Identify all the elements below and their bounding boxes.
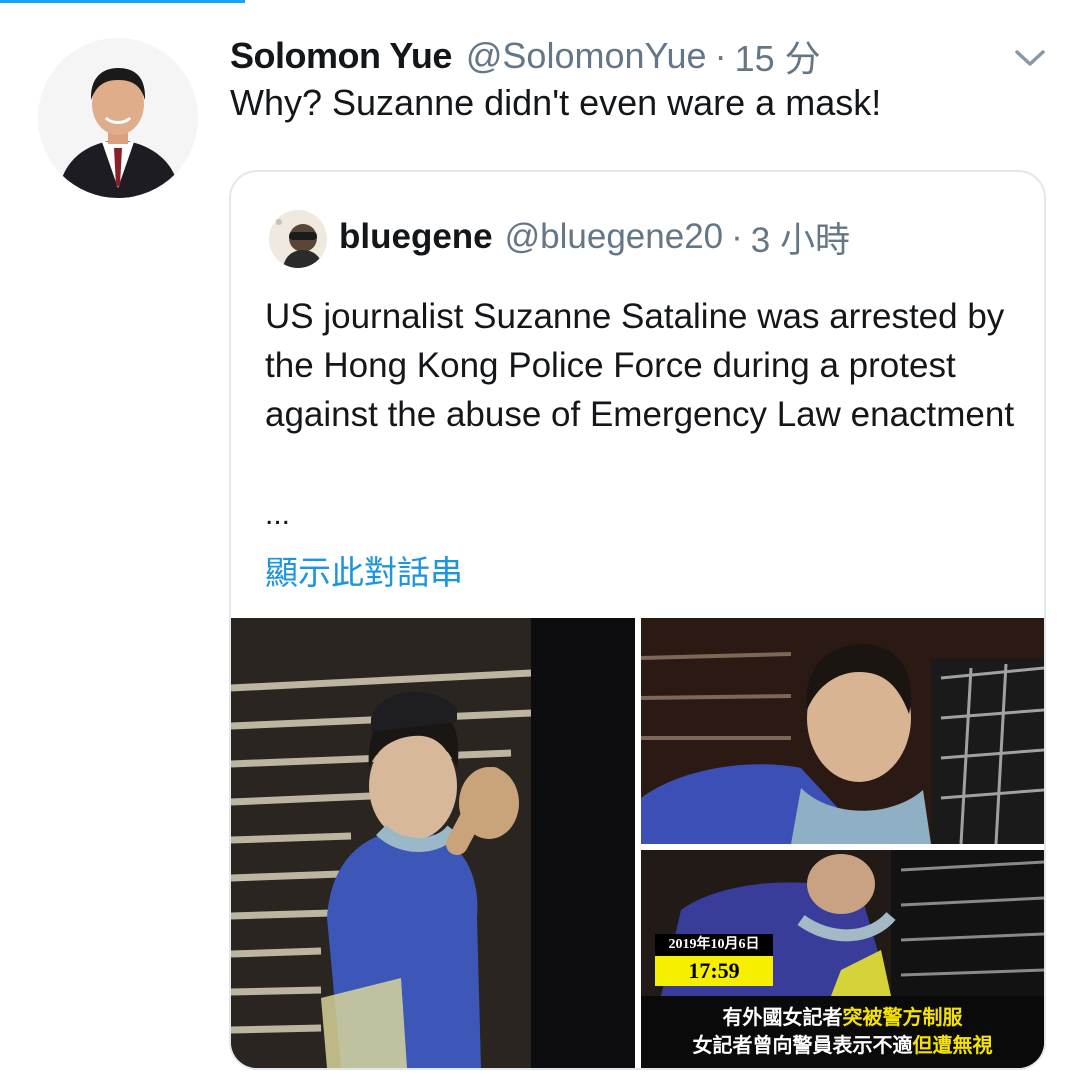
quoted-tweet-header: bluegene @bluegene20 · 3 小時 [339,212,850,262]
author-avatar-photo [38,38,198,198]
quoted-text-ellipsis: ... [265,498,291,531]
quoted-avatar-photo [269,210,327,268]
photo-1-image [231,618,635,1068]
tweet-timestamp[interactable]: 15 分 [735,30,821,82]
subtitle-line-2: 女記者曾向警員表示不適但遭無視 [641,1032,1044,1060]
subtitle-line-2b: 但遭無視 [912,1035,993,1057]
photo-3-subtitle: 有外國女記者突被警方制服 女記者曾向警員表示不適但遭無視 [641,996,1044,1068]
top-accent-bar [0,0,245,3]
author-avatar[interactable] [38,38,198,198]
media-photo-1[interactable] [231,618,635,1068]
subtitle-line-1: 有外國女記者突被警方制服 [641,1004,1044,1032]
quoted-timestamp[interactable]: 3 小時 [751,212,850,263]
photo-2-image [641,618,1044,844]
chevron-down-icon [1015,50,1045,66]
subtitle-line-2a: 女記者曾向警員表示不適 [692,1035,913,1057]
media-photo-3[interactable]: 2019年10月6日 17:59 有外國女記者突被警方制服 女記者曾向警員表示不… [641,850,1044,1068]
media-photo-2[interactable] [641,618,1044,844]
photo-3-time-stamp: 17:59 [655,956,773,986]
quoted-tweet-text: US journalist Suzanne Sataline was arres… [265,297,1015,434]
quoted-author-name[interactable]: bluegene [339,217,493,257]
tweet-header: Solomon Yue @SolomonYue · 15 分 [230,30,821,82]
separator-dot: · [714,35,727,76]
subtitle-line-1a: 有外國女記者 [722,1007,843,1029]
quoted-tweet-card[interactable]: bluegene @bluegene20 · 3 小時 US journalis… [229,170,1046,1070]
author-handle[interactable]: @SolomonYue [466,35,707,77]
author-name[interactable]: Solomon Yue [230,35,452,77]
tweet-text: Why? Suzanne didn't even ware a mask! [230,82,882,123]
media-grid: 2019年10月6日 17:59 有外國女記者突被警方制服 女記者曾向警員表示不… [231,618,1044,1068]
quoted-author-avatar[interactable] [269,210,327,268]
tweet-menu-button[interactable] [1008,40,1052,76]
show-thread-link[interactable]: 顯示此對話串 [265,546,463,594]
photo-3-date-stamp: 2019年10月6日 [655,934,773,956]
subtitle-line-1b: 突被警方制服 [842,1007,963,1029]
quoted-separator-dot: · [731,217,743,256]
quoted-author-handle[interactable]: @bluegene20 [505,217,724,257]
